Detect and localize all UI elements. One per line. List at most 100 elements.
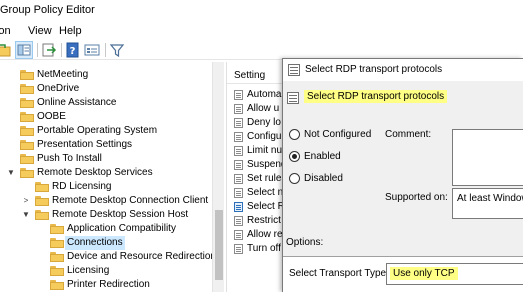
setting-row-label: Allow u xyxy=(247,103,280,114)
tree-item-label: Licensing xyxy=(67,265,110,276)
setting-icon xyxy=(234,188,243,198)
radio-circle[interactable] xyxy=(289,129,300,140)
folder-icon xyxy=(20,70,34,80)
folder-icon xyxy=(50,266,64,276)
folder-icon xyxy=(50,238,64,248)
tree-item-label: OneDrive xyxy=(37,83,80,94)
radio-label: Not Configured xyxy=(304,129,372,140)
tree-item-label: Push To Install xyxy=(37,153,102,164)
policy-setting-icon xyxy=(288,64,300,76)
setting-icon xyxy=(234,244,243,254)
menu-help[interactable]: Help xyxy=(59,25,82,37)
setting-icon xyxy=(234,230,243,240)
folder-icon xyxy=(50,280,64,290)
window-title: Group Policy Editor xyxy=(0,4,95,16)
properties-icon[interactable] xyxy=(84,42,100,58)
options-label: Options: xyxy=(286,237,324,248)
setting-row-label: Suspend xyxy=(247,159,286,170)
menu-action[interactable]: Action xyxy=(0,25,11,37)
setting-icon xyxy=(234,118,243,128)
radio-circle[interactable] xyxy=(289,173,300,184)
tree-item-label: Remote Desktop Session Host xyxy=(52,209,189,220)
folder-icon xyxy=(35,210,49,220)
supported-on-field: At least Window xyxy=(452,188,523,219)
toolbar: ? xyxy=(0,40,523,60)
folder-icon xyxy=(50,252,64,262)
chevron-down-icon[interactable]: ▼ xyxy=(21,208,31,222)
filter-icon[interactable] xyxy=(109,42,125,58)
window-titlebar: Group Policy Editor xyxy=(0,0,523,22)
transport-type-select[interactable]: Use only TCP xyxy=(386,263,523,285)
setting-icon xyxy=(234,202,243,212)
tree-item-label: Online Assistance xyxy=(37,97,117,108)
folder-icon xyxy=(20,126,34,136)
supported-on-label: Supported on: xyxy=(385,192,448,203)
setting-row-label: Automa xyxy=(247,89,282,100)
folder-icon xyxy=(35,182,49,192)
chevron-right-icon[interactable]: > xyxy=(21,194,31,208)
policy-setting-icon xyxy=(287,92,299,104)
folder-icon xyxy=(20,140,34,150)
folder-icon xyxy=(20,84,34,94)
setting-icon xyxy=(234,216,243,226)
setting-row-label: Turn off xyxy=(247,243,281,254)
dialog-titlebar[interactable]: Select RDP transport protocols xyxy=(283,59,523,81)
folder-icon xyxy=(20,154,34,164)
column-header-setting[interactable]: Setting xyxy=(227,68,286,84)
radio-label: Enabled xyxy=(304,151,341,162)
folder-icon xyxy=(20,168,34,178)
help-icon[interactable]: ? xyxy=(65,42,81,58)
toolbar-separator xyxy=(61,43,62,57)
transport-type-value: Use only TCP xyxy=(390,267,458,280)
options-panel: Select Transport Type Use only TCP xyxy=(283,256,523,292)
tree-item-label: NetMeeting xyxy=(37,69,89,80)
menu-view[interactable]: View xyxy=(28,25,52,37)
export-list-icon[interactable] xyxy=(41,42,57,58)
setting-row-label: Configu xyxy=(247,131,282,142)
tree-scrollbar[interactable] xyxy=(212,62,224,292)
folder-icon xyxy=(50,224,64,234)
folder-icon xyxy=(20,98,34,108)
tree-item-label: Printer Redirection xyxy=(67,279,150,290)
comment-label: Comment: xyxy=(385,129,432,140)
policy-dialog: Select RDP transport protocols Select RD… xyxy=(282,58,523,292)
tree-item-label: Application Compatibility xyxy=(67,223,176,234)
setting-icon xyxy=(234,146,243,156)
tree-item-label: Portable Operating System xyxy=(37,125,158,136)
tree-item-label: OOBE xyxy=(37,111,66,122)
setting-row-label: Select ne xyxy=(247,187,286,198)
setting-row-label: Allow re xyxy=(247,229,283,240)
folder-icon xyxy=(20,112,34,122)
comment-input[interactable] xyxy=(452,129,523,186)
toolbar-separator xyxy=(37,43,38,57)
settings-list[interactable]: Setting Automa Allow u Deny lo Configu L… xyxy=(226,62,286,292)
menu-bar: Action View Help xyxy=(0,22,523,40)
tree-item-label: Remote Desktop Services xyxy=(37,167,153,178)
dialog-header-title: Select RDP transport protocols xyxy=(304,90,448,103)
setting-row-label: Restrict R xyxy=(247,215,286,226)
tree-pane[interactable]: NetMeeting OneDrive Online Assistance OO… xyxy=(0,62,224,292)
folder-up-icon[interactable] xyxy=(0,42,12,58)
setting-icon xyxy=(234,90,243,100)
setting-icon xyxy=(234,132,243,142)
tree-item-label: Presentation Settings xyxy=(37,139,133,150)
tree-item-label: RD Licensing xyxy=(52,181,112,192)
radio-circle[interactable] xyxy=(289,151,300,162)
toolbar-separator xyxy=(105,43,106,57)
setting-icon xyxy=(234,174,243,184)
transport-type-label: Select Transport Type xyxy=(289,268,387,279)
tree-item-label: Connections xyxy=(65,236,125,250)
tree-scrollbar-thumb[interactable] xyxy=(215,210,223,280)
svg-text:?: ? xyxy=(70,46,76,57)
setting-row-label: Set rules xyxy=(247,173,286,184)
folder-icon xyxy=(35,196,49,206)
setting-row-label: Deny lo xyxy=(247,117,281,128)
tree-item-label: Device and Resource Redirection xyxy=(67,251,216,262)
setting-row-label: Select RD xyxy=(247,201,286,212)
setting-row-label: Limit nu xyxy=(247,145,283,156)
chevron-down-icon[interactable]: ▼ xyxy=(6,166,16,180)
show-hide-tree-icon[interactable] xyxy=(15,41,33,59)
setting-icon xyxy=(234,160,243,170)
tree-item-label: Remote Desktop Connection Client xyxy=(52,195,209,206)
dialog-title: Select RDP transport protocols xyxy=(305,64,443,75)
